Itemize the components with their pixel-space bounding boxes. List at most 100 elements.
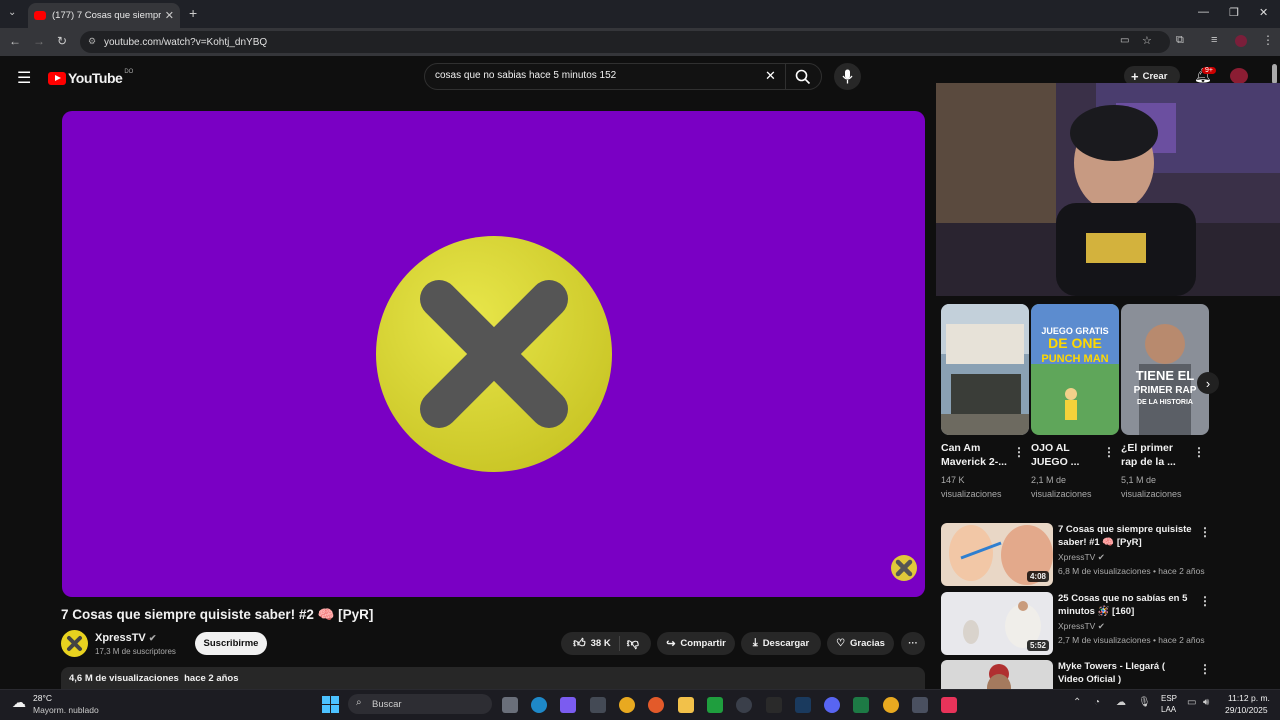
recommendation-menu-icon[interactable]: ⋮ [1199, 525, 1211, 539]
like-button[interactable]: 👍︎ 38 K [573, 636, 620, 651]
short-menu-icon[interactable]: ⋮ [1013, 445, 1025, 459]
clear-search-icon[interactable]: ✕ [765, 68, 776, 84]
firefox-icon[interactable] [648, 697, 664, 713]
short-menu-icon[interactable]: ⋮ [1193, 445, 1205, 459]
recommendation-title[interactable]: 25 Cosas que no sabías en 5 minutos 🪅 [1… [1058, 592, 1193, 618]
clock-time[interactable]: 11:12 p. m. [1228, 693, 1270, 703]
tray-app-icon[interactable]: ◔ [1094, 697, 1100, 708]
settings-icon[interactable] [912, 697, 928, 713]
short-title[interactable]: ¿El primer rap de la ... [1121, 441, 1187, 469]
address-bar[interactable]: ⚙ youtube.com/watch?v=Kohtj_dnYBQ ▭ ☆ [80, 31, 1170, 53]
tiktok-icon[interactable] [941, 697, 957, 713]
weather-desc[interactable]: Mayorm. nublado [33, 705, 99, 715]
short-thumbnail[interactable] [941, 304, 1029, 435]
share-button[interactable]: ↪ Compartir [657, 632, 735, 655]
profile-avatar[interactable] [1235, 35, 1247, 47]
recommendation-menu-icon[interactable]: ⋮ [1199, 594, 1211, 608]
short-title[interactable]: OJO AL JUEGO ... [1031, 441, 1097, 469]
recommendation-thumbnail[interactable]: 4:08 [941, 523, 1053, 586]
video-frame [376, 236, 917, 581]
app-icon[interactable] [590, 697, 606, 713]
channel-name[interactable]: XpressTV ✔ [95, 632, 156, 644]
browser-tab[interactable]: (177) 7 Cosas que siempre quisiste saber… [28, 3, 180, 28]
back-icon[interactable]: ← [9, 34, 21, 48]
clock-date[interactable]: 29/10/2025 [1225, 705, 1268, 715]
copilot-icon[interactable] [560, 697, 576, 713]
thanks-button[interactable]: ♡ Gracias [827, 632, 894, 655]
subscribe-button[interactable]: Suscribirme [195, 632, 267, 655]
excel-icon[interactable] [853, 697, 869, 713]
tray-mic-icon[interactable]: 🎙︎ [1138, 697, 1151, 708]
chrome-icon[interactable] [619, 697, 635, 713]
description-box[interactable]: 4,6 M de visualizaciones hace 2 años [61, 667, 925, 689]
thanks-heart-icon: ♡ [836, 638, 846, 649]
extensions-icon[interactable]: ⧉ [1176, 34, 1184, 47]
new-tab-icon[interactable]: + [189, 5, 197, 21]
input-language[interactable]: ESP [1161, 694, 1177, 703]
tab-search-icon[interactable]: ⌄ [8, 7, 16, 18]
channel-avatar[interactable] [61, 630, 88, 657]
recommendation-channel[interactable]: XpressTV ✔ [1058, 552, 1105, 563]
tray-cloud-icon[interactable]: ☁ [1116, 697, 1126, 708]
volume-icon[interactable]: 🔊︎ [1203, 697, 1209, 708]
weather-temp[interactable]: 28°C [33, 693, 52, 703]
windows-start-icon[interactable] [322, 696, 339, 713]
chrome-active-icon[interactable] [883, 697, 899, 713]
recommendation-item[interactable]: 4:08 7 Cosas que siempre quisiste saber!… [941, 523, 1211, 586]
page-scrollbar[interactable] [1272, 64, 1277, 84]
recommendation-item[interactable]: Myke Towers - Llegará ( Video Oficial ) … [941, 660, 1209, 689]
task-view-icon[interactable] [502, 697, 518, 713]
weather-cloud-icon[interactable]: ☁ [12, 694, 26, 711]
recommendation-title[interactable]: Myke Towers - Llegará ( Video Oficial ) [1058, 660, 1193, 686]
shorts-next-arrow-icon[interactable]: › [1197, 372, 1219, 394]
recommendation-thumbnail[interactable] [941, 660, 1053, 689]
input-region[interactable]: LAA [1161, 705, 1176, 714]
minimize-icon[interactable]: — [1198, 6, 1209, 18]
video-player[interactable] [62, 111, 925, 597]
microphone-icon [842, 69, 853, 84]
search-icon[interactable] [795, 69, 811, 85]
reload-icon[interactable]: ↻ [57, 34, 67, 48]
close-window-icon[interactable]: ✕ [1259, 6, 1268, 19]
discord-icon[interactable] [824, 697, 840, 713]
xbox-icon[interactable] [707, 697, 723, 713]
recommendation-channel[interactable]: XpressTV ✔ [1058, 621, 1105, 632]
search-input[interactable]: cosas que no sabias hace 5 minutos 152 [435, 70, 616, 81]
short-title[interactable]: Can Am Maverick 2-... [941, 441, 1007, 469]
short-menu-icon[interactable]: ⋮ [1103, 445, 1115, 459]
recommendation-thumbnail[interactable]: 5:52 [941, 592, 1053, 655]
steam-icon[interactable] [795, 697, 811, 713]
edge-icon[interactable] [531, 697, 547, 713]
search-box[interactable]: cosas que no sabias hace 5 minutos 152 ✕ [424, 63, 822, 90]
hamburger-menu-icon[interactable]: ☰ [17, 68, 31, 88]
cast-icon[interactable]: ▭ [1120, 35, 1129, 46]
more-horizontal-icon: ··· [908, 638, 918, 649]
voice-search-button[interactable] [834, 63, 861, 90]
site-info-icon[interactable]: ⚙ [88, 36, 96, 47]
short-thumbnail[interactable]: JUEGO GRATIS DE ONE PUNCH MAN [1031, 304, 1119, 435]
svg-text:DE ONE: DE ONE [1048, 335, 1102, 351]
recommendation-title[interactable]: 7 Cosas que siempre quisiste saber! #1 🧠… [1058, 523, 1193, 549]
short-thumbnail[interactable]: TIENE EL PRIMER RAP DE LA HISTORIA [1121, 304, 1209, 435]
recommendation-item[interactable]: 5:52 25 Cosas que no sabías en 5 minutos… [941, 592, 1211, 655]
youtube-logo[interactable]: YouTube DO [48, 69, 133, 86]
bookmark-star-icon[interactable]: ☆ [1142, 34, 1152, 47]
close-tab-icon[interactable]: ✕ [165, 9, 174, 22]
taskbar-search[interactable]: ⌕ Buscar [348, 694, 492, 714]
file-explorer-icon[interactable] [678, 697, 694, 713]
media-icon[interactable]: ≡ [1211, 34, 1217, 46]
browser-menu-icon[interactable]: ⋮ [1262, 33, 1274, 47]
like-dislike-group: 👍︎ 38 K 👎︎ [561, 632, 651, 655]
dislike-button[interactable]: 👎︎ [627, 636, 639, 651]
network-icon[interactable]: ▭ [1187, 697, 1196, 708]
recommendation-meta: 2,7 M de visualizaciones • hace 2 años [1058, 635, 1205, 645]
more-actions-button[interactable]: ··· [901, 632, 925, 655]
download-button[interactable]: ⤓ Descargar [741, 632, 821, 655]
account-avatar[interactable] [1230, 68, 1248, 84]
restore-icon[interactable]: ❐ [1229, 6, 1239, 19]
recommendation-menu-icon[interactable]: ⋮ [1199, 662, 1209, 676]
forward-icon[interactable]: → [33, 34, 45, 48]
app-icon[interactable] [736, 697, 752, 713]
tray-chevron-icon[interactable]: ⌃ [1073, 697, 1081, 708]
epic-games-icon[interactable] [766, 697, 782, 713]
